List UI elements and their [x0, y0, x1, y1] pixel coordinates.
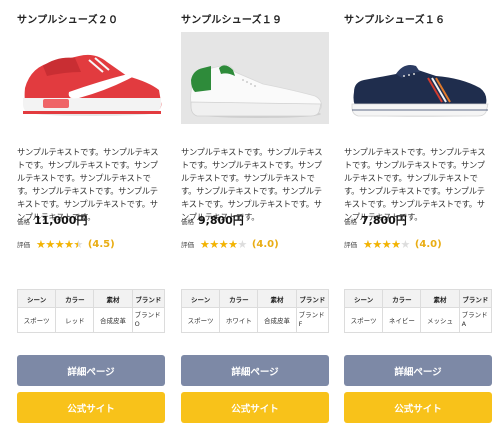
spec-material: 合成皮革 — [93, 307, 133, 333]
spec-header-color: カラー — [219, 289, 259, 308]
price-label: 価格 — [17, 218, 30, 226]
spec-value-row: スポーツ ネイビー メッシュ ブランドA — [343, 307, 493, 333]
product-title: サンプルシューズ１６ — [344, 15, 446, 26]
product-image — [344, 32, 492, 124]
star-rating: ★★★★★ ★★★★★ — [36, 239, 83, 250]
spec-brand: ブランドO — [131, 307, 166, 333]
spec-header-row: シーン カラー 素材 ブランド — [16, 289, 166, 308]
detail-page-button[interactable]: 詳細ページ — [344, 355, 492, 386]
red-sneaker-image — [17, 32, 165, 124]
product-card: サンプルシューズ１６ サンプルテキストです。サンプルテキストです。サンプルテキス… — [343, 0, 493, 436]
stars-filled: ★★★★★ — [36, 238, 78, 250]
spec-header-scene: シーン — [180, 289, 221, 308]
price-value: 9,800円 — [198, 214, 244, 227]
spec-color: ホワイト — [219, 307, 259, 333]
spec-scene: スポーツ — [343, 307, 384, 333]
official-site-button[interactable]: 公式サイト — [181, 392, 329, 423]
spec-table: シーン カラー 素材 ブランド スポーツ レッド 合成皮革 ブランドO — [16, 289, 166, 333]
navy-sneaker-image — [344, 32, 492, 124]
product-card: サンプルシューズ１９ サンプルテキストです。サンプルテキストです。サンプルテキス… — [180, 0, 330, 436]
stars-filled: ★★★★★ — [200, 238, 238, 250]
spec-material: 合成皮革 — [257, 307, 297, 333]
official-site-button[interactable]: 公式サイト — [17, 392, 165, 423]
product-card: サンプルシューズ２０ サンプルテキストです。サンプルテキストです。サンプルテキス… — [16, 0, 166, 436]
spec-color: ネイビー — [382, 307, 422, 333]
spec-header-material: 素材 — [257, 289, 297, 308]
rating-score: (4.0) — [414, 238, 442, 250]
product-image — [181, 32, 329, 124]
detail-page-button[interactable]: 詳細ページ — [181, 355, 329, 386]
white-green-sneaker-image — [181, 32, 329, 124]
star-rating: ★★★★★ ★★★★★ — [200, 239, 247, 250]
price-row: 価格 9,800円 — [181, 212, 244, 227]
spec-header-brand: ブランド — [458, 289, 493, 308]
spec-header-brand: ブランド — [295, 289, 330, 308]
spec-scene: スポーツ — [180, 307, 221, 333]
price-value: 7,800円 — [361, 214, 407, 227]
spec-value-row: スポーツ レッド 合成皮革 ブランドO — [16, 307, 166, 333]
spec-header-row: シーン カラー 素材 ブランド — [180, 289, 330, 308]
price-label: 価格 — [181, 218, 194, 226]
spec-color: レッド — [55, 307, 95, 333]
rating-row: 評価 ★★★★★ ★★★★★ (4.0) — [181, 237, 279, 251]
spec-header-scene: シーン — [343, 289, 384, 308]
spec-header-color: カラー — [382, 289, 422, 308]
spec-brand: ブランドA — [458, 307, 493, 333]
official-site-button[interactable]: 公式サイト — [344, 392, 492, 423]
rating-label: 評価 — [344, 241, 357, 249]
product-title: サンプルシューズ２０ — [17, 15, 119, 26]
detail-page-button[interactable]: 詳細ページ — [17, 355, 165, 386]
spec-value-row: スポーツ ホワイト 合成皮革 ブランドF — [180, 307, 330, 333]
spec-header-material: 素材 — [420, 289, 460, 308]
spec-table: シーン カラー 素材 ブランド スポーツ ホワイト 合成皮革 ブランドF — [180, 289, 330, 333]
spec-header-color: カラー — [55, 289, 95, 308]
price-row: 価格 11,000円 — [17, 212, 88, 227]
rating-score: (4.0) — [251, 238, 279, 250]
spec-header-scene: シーン — [16, 289, 57, 308]
price-value: 11,000円 — [34, 214, 88, 227]
rating-row: 評価 ★★★★★ ★★★★★ (4.0) — [344, 237, 442, 251]
spec-brand: ブランドF — [295, 307, 330, 333]
product-image — [17, 32, 165, 124]
spec-table: シーン カラー 素材 ブランド スポーツ ネイビー メッシュ ブランドA — [343, 289, 493, 333]
rating-score: (4.5) — [87, 238, 115, 250]
rating-label: 評価 — [181, 241, 194, 249]
stars-filled: ★★★★★ — [363, 238, 401, 250]
spec-scene: スポーツ — [16, 307, 57, 333]
spec-header-row: シーン カラー 素材 ブランド — [343, 289, 493, 308]
rating-row: 評価 ★★★★★ ★★★★★ (4.5) — [17, 237, 115, 251]
spec-header-material: 素材 — [93, 289, 133, 308]
price-label: 価格 — [344, 218, 357, 226]
spec-material: メッシュ — [420, 307, 460, 333]
rating-label: 評価 — [17, 241, 30, 249]
price-row: 価格 7,800円 — [344, 212, 407, 227]
star-rating: ★★★★★ ★★★★★ — [363, 239, 410, 250]
spec-header-brand: ブランド — [131, 289, 166, 308]
product-title: サンプルシューズ１９ — [181, 15, 283, 26]
